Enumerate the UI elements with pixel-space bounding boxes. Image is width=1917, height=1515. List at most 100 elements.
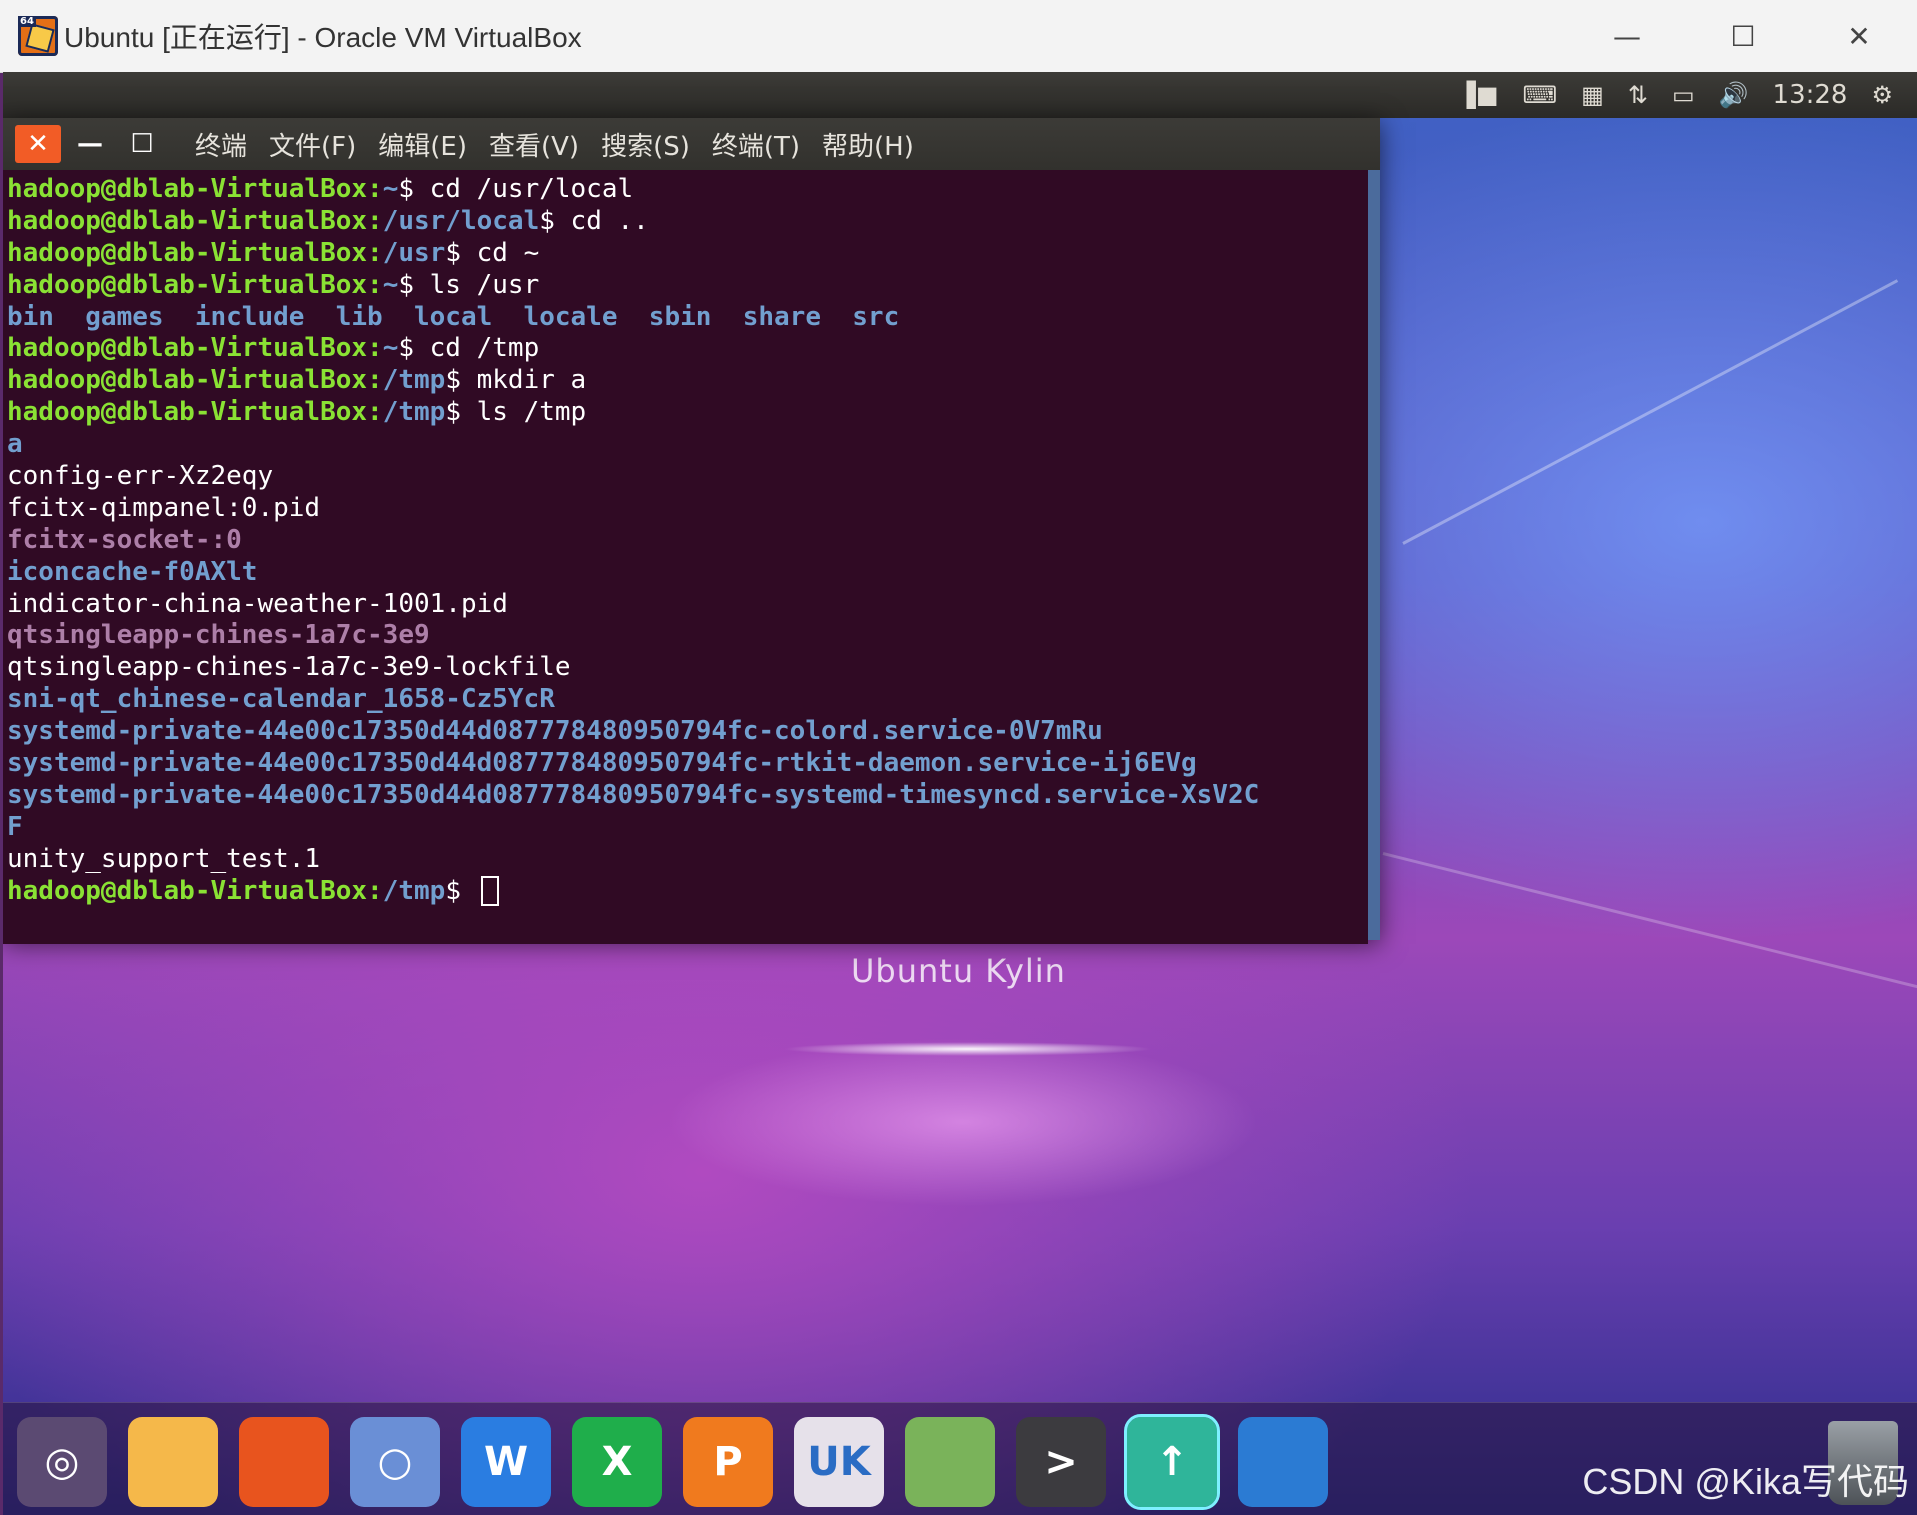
terminal-minimize-button[interactable]: — <box>67 125 113 163</box>
clock[interactable]: 13:28 <box>1773 72 1848 118</box>
output-entry: qtsingleapp-chines-1a7c-3e9 <box>7 620 430 651</box>
text-cursor <box>480 876 499 907</box>
keyboard-icon[interactable]: ⌨ <box>1523 72 1558 118</box>
terminal-line: systemd-private-44e00c17350d44d087778480… <box>3 716 1368 748</box>
terminal-close-button[interactable]: ✕ <box>15 125 61 163</box>
virtualbox-app-icon: 64 <box>18 16 58 56</box>
wallpaper-title: Ubuntu Kylin <box>851 952 1066 990</box>
output-entry: sni-qt_chinese-calendar_1658-Cz5YcR <box>7 684 555 715</box>
prompt-user: hadoop@dblab-VirtualBox: <box>7 365 383 396</box>
output-entry: systemd-private-44e00c17350d44d087778480… <box>7 779 1260 810</box>
wallpaper-streak <box>1402 279 1899 545</box>
terminal-line: systemd-private-44e00c17350d44d087778480… <box>3 748 1368 780</box>
terminal-line: F <box>3 812 1368 844</box>
menu-terminal-app[interactable]: 终端 <box>195 126 247 163</box>
output-entry: fcitx-socket-:0 <box>7 524 242 555</box>
command-text: $ ls /usr <box>398 269 540 300</box>
app-icon-badge: 64 <box>18 16 36 27</box>
terminal-icon[interactable]: > <box>1016 1417 1106 1507</box>
files-folder-icon[interactable] <box>128 1417 218 1507</box>
window-title: Ubuntu [正在运行] - Oracle VM VirtualBox <box>64 22 582 53</box>
terminal-line: bin games include lib local locale sbin … <box>3 302 1368 334</box>
output-entry: config-err-Xz2eqy <box>7 461 274 492</box>
terminal-maximize-button[interactable]: ☐ <box>119 125 165 163</box>
firefox-icon[interactable] <box>239 1417 329 1507</box>
terminal-output[interactable]: hadoop@dblab-VirtualBox:~$ cd /usr/local… <box>3 170 1368 944</box>
prompt-user: hadoop@dblab-VirtualBox: <box>7 269 383 300</box>
output-entry: systemd-private-44e00c17350d44d087778480… <box>7 716 1103 747</box>
menu-help[interactable]: 帮助(H) <box>822 126 914 163</box>
battery-icon[interactable]: ▭ <box>1672 72 1695 118</box>
minimize-button[interactable]: — <box>1569 0 1685 72</box>
prompt-path: /tmp <box>382 365 446 396</box>
prompt-path: ~ <box>382 269 399 300</box>
close-button[interactable]: ✕ <box>1801 0 1917 72</box>
menu-edit[interactable]: 编辑(E) <box>378 126 467 163</box>
command-text: $ cd ~ <box>445 237 540 268</box>
terminal-line: qtsingleapp-chines-1a7c-3e9 <box>3 620 1368 652</box>
terminal-line: hadoop@dblab-VirtualBox:/tmp$ mkdir a <box>3 365 1368 397</box>
gear-icon[interactable]: ⚙ <box>1871 72 1893 118</box>
prompt-path: ~ <box>382 333 399 364</box>
menu-search[interactable]: 搜索(S) <box>601 126 690 163</box>
watermark: CSDN @Kika写代码 <box>1582 1461 1909 1502</box>
prompt-user: hadoop@dblab-VirtualBox: <box>7 174 383 204</box>
wps-presentation-icon[interactable]: P <box>683 1417 773 1507</box>
terminal-line: unity_support_test.1 <box>3 844 1368 876</box>
window-controls: — ☐ ✕ <box>1569 0 1917 72</box>
command-text: $ <box>445 875 477 906</box>
dir-listing: bin games include lib local locale sbin … <box>7 301 900 332</box>
terminal-line: config-err-Xz2eqy <box>3 461 1368 493</box>
network-icon[interactable]: ▐■ <box>1457 72 1498 118</box>
output-entry: a <box>7 429 23 460</box>
transfer-icon[interactable]: ⇅ <box>1628 72 1648 118</box>
kylin-update-icon[interactable]: ↑ <box>1124 1414 1220 1510</box>
menu-file[interactable]: 文件(F) <box>269 126 356 163</box>
terminal-line: fcitx-qimpanel:0.pid <box>3 493 1368 525</box>
command-text: $ cd /tmp <box>398 333 540 364</box>
kylin-assistant-icon[interactable] <box>905 1417 995 1507</box>
output-entry: indicator-china-weather-1001.pid <box>7 588 508 619</box>
prompt-path: /tmp <box>382 875 446 906</box>
terminal-menu: 终端 文件(F) 编辑(E) 查看(V) 搜索(S) 终端(T) 帮助(H) <box>195 126 936 163</box>
wps-writer-icon[interactable]: W <box>461 1417 551 1507</box>
prompt-user: hadoop@dblab-VirtualBox: <box>7 333 383 364</box>
terminal-line: qtsingleapp-chines-1a7c-3e9-lockfile <box>3 652 1368 684</box>
chromium-icon[interactable]: ○ <box>350 1417 440 1507</box>
software-center-icon[interactable]: UK <box>794 1417 884 1507</box>
wallpaper-streak <box>1382 852 1917 1001</box>
output-entry: unity_support_test.1 <box>7 843 321 874</box>
output-entry: systemd-private-44e00c17350d44d087778480… <box>7 748 1197 779</box>
terminal-window[interactable]: ✕ — ☐ 终端 文件(F) 编辑(E) 查看(V) 搜索(S) 终端(T) 帮… <box>3 118 1380 944</box>
terminal-menubar: ✕ — ☐ 终端 文件(F) 编辑(E) 查看(V) 搜索(S) 终端(T) 帮… <box>3 118 1380 170</box>
terminal-scrollbar[interactable] <box>1368 170 1380 940</box>
command-text: $ cd /usr/local <box>398 174 634 204</box>
prompt-user: hadoop@dblab-VirtualBox: <box>7 397 383 428</box>
prompt-path: /usr/local <box>382 205 540 236</box>
workspace-switcher-icon[interactable] <box>1238 1417 1328 1507</box>
menu-terminal[interactable]: 终端(T) <box>712 126 800 163</box>
output-entry: qtsingleapp-chines-1a7c-3e9-lockfile <box>7 652 571 683</box>
top-panel: ▐■ ⌨ ▦ ⇅ ▭ 🔊 13:28 ⚙ <box>3 72 1917 118</box>
command-text: $ cd .. <box>539 205 649 236</box>
prompt-path: /tmp <box>382 397 446 428</box>
wps-spreadsheet-icon[interactable]: X <box>572 1417 662 1507</box>
ubuntu-kylin-dash-icon[interactable]: ◎ <box>17 1417 107 1507</box>
guest-desktop: ▐■ ⌨ ▦ ⇅ ▭ 🔊 13:28 ⚙ Ubuntu Kylin ✕ — ☐ … <box>3 72 1917 1515</box>
volume-icon[interactable]: 🔊 <box>1719 72 1749 118</box>
terminal-line: hadoop@dblab-VirtualBox:~$ ls /usr <box>3 270 1368 302</box>
calendar-icon[interactable]: ▦ <box>1581 72 1604 118</box>
wallpaper-flare <box>783 1042 1153 1056</box>
virtualbox-title-bar: 64 Ubuntu [正在运行] - Oracle VM VirtualBox … <box>0 0 1917 73</box>
terminal-line: hadoop@dblab-VirtualBox:/usr/local$ cd .… <box>3 206 1368 238</box>
terminal-line: systemd-private-44e00c17350d44d087778480… <box>3 780 1368 812</box>
terminal-line: hadoop@dblab-VirtualBox:/tmp$ ls /tmp <box>3 397 1368 429</box>
output-entry: fcitx-qimpanel:0.pid <box>7 492 321 523</box>
terminal-line: hadoop@dblab-VirtualBox:/tmp$ <box>3 876 1368 908</box>
menu-view[interactable]: 查看(V) <box>489 126 579 163</box>
maximize-button[interactable]: ☐ <box>1685 0 1801 72</box>
terminal-line: hadoop@dblab-VirtualBox:~$ cd /usr/local <box>3 174 1368 206</box>
terminal-line: hadoop@dblab-VirtualBox:/usr$ cd ~ <box>3 238 1368 270</box>
prompt-user: hadoop@dblab-VirtualBox: <box>7 237 383 268</box>
terminal-line: iconcache-f0AXlt <box>3 557 1368 589</box>
